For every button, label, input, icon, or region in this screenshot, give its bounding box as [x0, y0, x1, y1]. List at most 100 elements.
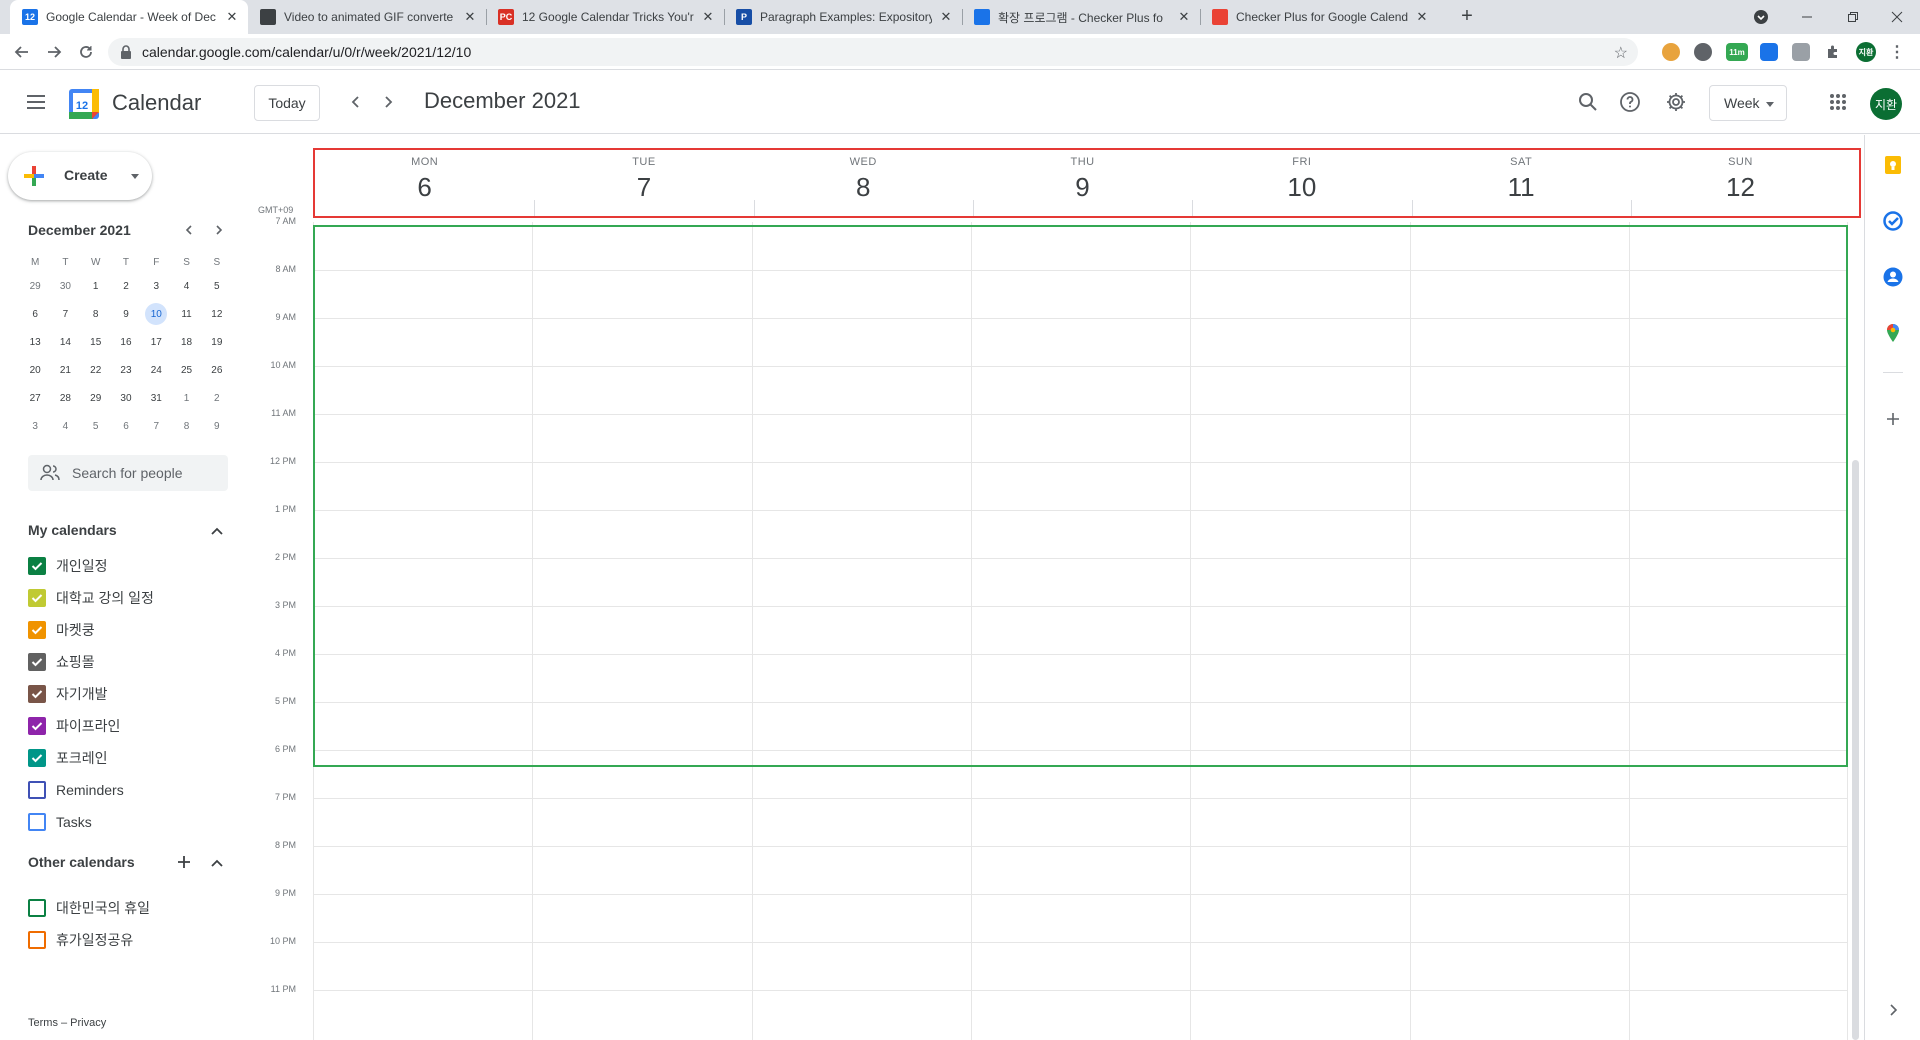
address-bar[interactable]: calendar.google.com/calendar/u/0/r/week/… [108, 38, 1638, 66]
mini-day[interactable]: 13 [20, 328, 50, 356]
mini-day[interactable]: 6 [111, 412, 141, 440]
calendar-list-item[interactable]: Reminders [28, 779, 124, 801]
mini-day[interactable]: 9 [111, 300, 141, 328]
mini-day[interactable]: 18 [171, 328, 201, 356]
mini-day[interactable]: 30 [50, 272, 80, 300]
calendar-list-item[interactable]: 포크레인 [28, 747, 108, 769]
previous-week-button[interactable] [344, 90, 368, 114]
browser-tab[interactable]: PC 12 Google Calendar Tricks You'r ✕ [486, 0, 724, 34]
restore-icon[interactable] [1830, 0, 1876, 34]
mini-day[interactable]: 14 [50, 328, 80, 356]
checked-checkbox[interactable] [28, 685, 46, 703]
mini-day[interactable]: 8 [171, 412, 201, 440]
search-icon[interactable] [1576, 90, 1600, 114]
mini-prev-month-button[interactable] [179, 220, 199, 240]
next-week-button[interactable] [376, 90, 400, 114]
unchecked-checkbox[interactable] [28, 899, 46, 917]
mini-day[interactable]: 28 [50, 384, 80, 412]
calendar-list-item[interactable]: Tasks [28, 811, 92, 833]
mini-day[interactable]: 3 [20, 412, 50, 440]
mini-day[interactable]: 16 [111, 328, 141, 356]
new-tab-button[interactable]: + [1455, 5, 1479, 29]
cookie-extension-icon[interactable] [1662, 43, 1680, 61]
mini-day[interactable]: 23 [111, 356, 141, 384]
day-number[interactable]: 12 [1631, 172, 1850, 203]
people-search-input[interactable]: Search for people [28, 455, 228, 491]
day-column-header[interactable]: TUE 7 [534, 150, 753, 216]
contacts-icon[interactable] [1882, 266, 1904, 288]
tab-search-icon[interactable] [1738, 0, 1784, 34]
mini-day[interactable]: 5 [81, 412, 111, 440]
apps-grid-icon[interactable] [1826, 90, 1850, 114]
mini-day[interactable]: 7 [50, 300, 80, 328]
day-number[interactable]: 7 [534, 172, 753, 203]
mini-day[interactable]: 29 [20, 272, 50, 300]
mini-day[interactable]: 6 [20, 300, 50, 328]
forward-icon[interactable] [42, 40, 66, 64]
unchecked-checkbox[interactable] [28, 931, 46, 949]
my-calendars-title[interactable]: My calendars [28, 522, 117, 538]
mini-day[interactable]: 8 [81, 300, 111, 328]
calendar-list-item[interactable]: 대한민국의 휴일 [28, 897, 150, 919]
day-number[interactable]: 6 [315, 172, 534, 203]
tab-close-icon[interactable]: ✕ [700, 9, 716, 25]
day-number[interactable]: 11 [1412, 172, 1631, 203]
mini-day[interactable]: 25 [171, 356, 201, 384]
unchecked-checkbox[interactable] [28, 813, 46, 831]
browser-tab[interactable]: P Paragraph Examples: Expository ✕ [724, 0, 962, 34]
grid-scrollbar[interactable] [1852, 460, 1859, 1040]
mini-day[interactable]: 2 [202, 384, 232, 412]
calendar-list-item[interactable]: 쇼핑몰 [28, 651, 95, 673]
mini-day[interactable]: 26 [202, 356, 232, 384]
calendar-list-item[interactable]: 대학교 강의 일정 [28, 587, 154, 609]
day-column-header[interactable]: SAT 11 [1412, 150, 1631, 216]
mini-day[interactable]: 17 [141, 328, 171, 356]
tab-close-icon[interactable]: ✕ [462, 9, 478, 25]
browser-tab[interactable]: 12 Google Calendar - Week of Dec ✕ [10, 0, 248, 34]
close-window-icon[interactable] [1874, 0, 1920, 34]
add-addon-icon[interactable] [1882, 408, 1904, 430]
tab-close-icon[interactable]: ✕ [938, 9, 954, 25]
mini-next-month-button[interactable] [209, 220, 229, 240]
tag-extension-icon[interactable] [1760, 43, 1778, 61]
back-icon[interactable] [10, 40, 34, 64]
mini-day[interactable]: 3 [141, 272, 171, 300]
mini-day[interactable]: 19 [202, 328, 232, 356]
day-column-header[interactable]: FRI 10 [1192, 150, 1411, 216]
browser-tab[interactable]: 확장 프로그램 - Checker Plus fo ✕ [962, 0, 1200, 34]
profile-avatar[interactable]: 지환 [1856, 42, 1876, 62]
mini-day[interactable]: 12 [202, 300, 232, 328]
mini-day[interactable]: 11 [171, 300, 201, 328]
maps-icon[interactable] [1882, 322, 1904, 344]
day-number[interactable]: 9 [973, 172, 1192, 203]
unchecked-checkbox[interactable] [28, 781, 46, 799]
account-avatar[interactable]: 지환 [1870, 88, 1902, 120]
mini-day[interactable]: 31 [141, 384, 171, 412]
browser-menu-icon[interactable]: ⋮ [1888, 43, 1906, 61]
expand-side-panel-icon[interactable] [1882, 999, 1904, 1021]
calendar-list-item[interactable]: 개인일정 [28, 555, 108, 577]
mini-day[interactable]: 22 [81, 356, 111, 384]
other-calendars-collapse-button[interactable] [208, 854, 226, 872]
mini-day[interactable]: 24 [141, 356, 171, 384]
minimize-icon[interactable] [1784, 0, 1830, 34]
calendar-list-item[interactable]: 휴가일정공유 [28, 929, 133, 951]
mini-day[interactable]: 21 [50, 356, 80, 384]
add-other-calendar-button[interactable] [175, 853, 193, 871]
settings-gear-icon[interactable] [1664, 90, 1688, 114]
mini-day[interactable]: 9 [202, 412, 232, 440]
calendar-list-item[interactable]: 마켓쿵 [28, 619, 95, 641]
reload-icon[interactable] [74, 40, 98, 64]
view-selector[interactable]: Week [1709, 85, 1787, 121]
mini-day[interactable]: 4 [50, 412, 80, 440]
tab-close-icon[interactable]: ✕ [1176, 9, 1192, 25]
create-button[interactable]: Create [8, 152, 152, 200]
terms-privacy-links[interactable]: Terms – Privacy [28, 1017, 106, 1029]
help-icon[interactable] [1618, 90, 1642, 114]
mini-day[interactable]: 30 [111, 384, 141, 412]
calendar-list-item[interactable]: 파이프라인 [28, 715, 120, 737]
tab-close-icon[interactable]: ✕ [1414, 9, 1430, 25]
other-calendars-title[interactable]: Other calendars [28, 854, 135, 870]
mini-day[interactable]: 20 [20, 356, 50, 384]
bookmark-star-icon[interactable]: ☆ [1614, 43, 1628, 63]
